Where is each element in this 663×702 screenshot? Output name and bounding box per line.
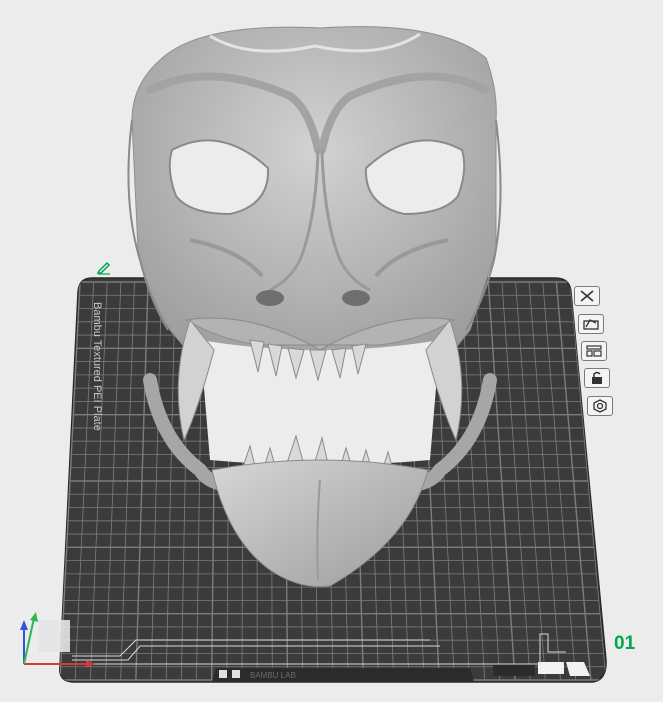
plate-type-label: Bambu Textured PEI Plate — [91, 302, 103, 431]
scene-canvas: Bambu Textured PEI Plate BAMBU LAB — [20, 26, 607, 683]
gear-icon — [593, 399, 607, 413]
edit-plate-name-icon[interactable] — [96, 259, 112, 275]
lock-plate-button[interactable] — [584, 368, 610, 388]
close-icon — [580, 290, 594, 302]
3d-viewport[interactable]: Bambu Textured PEI Plate BAMBU LAB 01 — [0, 0, 663, 702]
plate-footer-text: BAMBU LAB — [250, 671, 296, 680]
arrange-button[interactable] — [581, 341, 607, 361]
auto-orient-button[interactable] — [578, 314, 604, 334]
remove-plate-button[interactable] — [574, 286, 600, 306]
plate-settings-button[interactable] — [587, 396, 613, 416]
plate-number[interactable]: 01 — [614, 633, 635, 655]
lock-icon — [592, 371, 602, 384]
arrange-icon — [586, 345, 602, 357]
plate-corner-marker — [38, 620, 70, 652]
orient-icon — [583, 319, 599, 330]
